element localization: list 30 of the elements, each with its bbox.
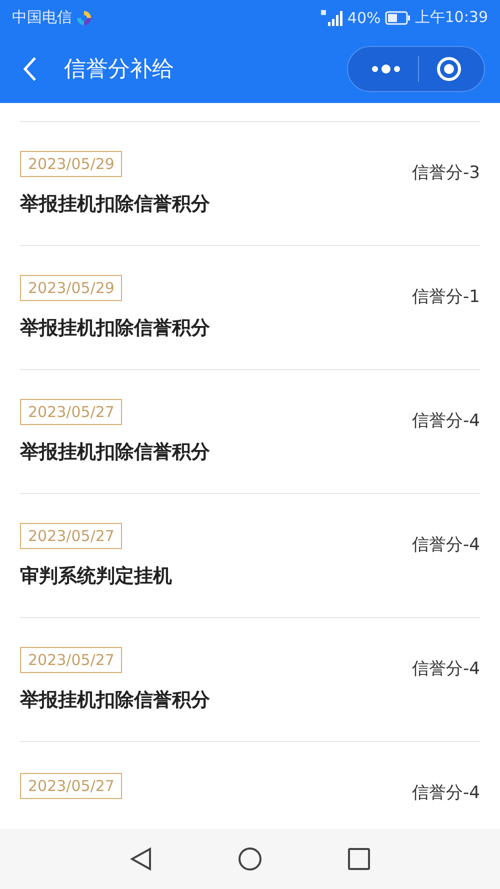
close-target-icon[interactable] <box>436 56 462 82</box>
date-tag: 2023/05/27 <box>20 398 122 424</box>
battery-percent: 40% <box>347 8 381 26</box>
date-tag: 2023/05/29 <box>20 274 122 300</box>
more-icon[interactable] <box>370 64 400 74</box>
recent-apps-icon[interactable] <box>348 848 370 870</box>
date-tag: 2023/05/27 <box>20 522 122 548</box>
back-icon[interactable] <box>22 56 38 82</box>
date-tag: 2023/05/27 <box>20 646 122 672</box>
record-title: 审判系统判定挂机 <box>20 564 172 588</box>
record-title: 举报挂机扣除信誉积分 <box>20 688 210 712</box>
back-icon[interactable] <box>130 847 152 871</box>
record-title: 举报挂机扣除信誉积分 <box>20 316 210 340</box>
battery-icon <box>384 10 411 24</box>
score-change: 信誉分-3 <box>412 162 480 184</box>
date-tag: 2023/05/29 <box>20 150 122 176</box>
carrier-logo-icon <box>76 10 92 26</box>
signal-icon <box>321 10 344 26</box>
record-title: 举报挂机扣除信誉积分 <box>20 440 210 464</box>
record-title: 举报挂机扣除信誉积分 <box>20 192 210 216</box>
score-change: 信誉分-4 <box>412 658 480 680</box>
date-tag: 2023/05/27 <box>20 772 122 798</box>
score-change: 信誉分-4 <box>412 534 480 556</box>
score-change: 信誉分-4 <box>412 782 480 804</box>
score-change: 信誉分-4 <box>412 410 480 432</box>
carrier-name: 中国电信 <box>12 8 72 27</box>
page-title: 信誉分补给 <box>64 56 175 84</box>
score-change: 信誉分-1 <box>412 286 480 308</box>
clock-time: 上午10:39 <box>414 8 488 27</box>
home-icon[interactable] <box>238 847 262 871</box>
